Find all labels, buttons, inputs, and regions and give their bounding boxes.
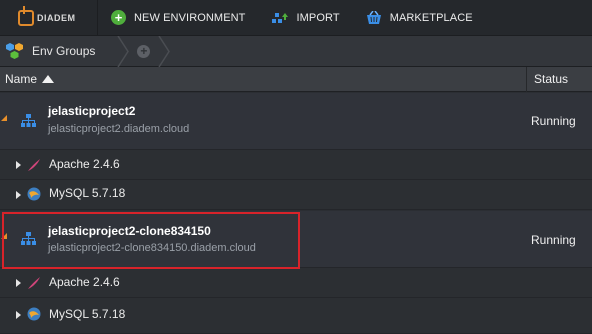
- env-domain[interactable]: jelasticproject2-clone834150.diadem.clou…: [48, 242, 256, 254]
- sort-ascending-icon: [42, 75, 55, 83]
- node-row[interactable]: Apache 2.4.6: [0, 268, 592, 298]
- node-name: MySQL 5.7.18: [49, 186, 126, 200]
- table-header: Name Status: [0, 66, 592, 92]
- env-row[interactable]: jelasticproject2-clone834150 jelasticpro…: [0, 211, 592, 268]
- brand-logo[interactable]: DIADEM: [0, 0, 98, 36]
- apache-feather-icon: [28, 159, 40, 171]
- expand-arrow-icon[interactable]: [16, 161, 21, 169]
- plus-icon: +: [111, 10, 126, 25]
- column-name-label: Name: [5, 72, 38, 86]
- apache-feather-icon: [28, 277, 40, 289]
- new-environment-button[interactable]: + NEW ENVIRONMENT: [98, 0, 259, 36]
- node-row[interactable]: MySQL 5.7.18: [0, 298, 592, 334]
- env-domain[interactable]: jelasticproject2.diadem.cloud: [48, 123, 189, 135]
- top-toolbar: DIADEM + NEW ENVIRONMENT IMPORT MARKETPL…: [0, 0, 592, 36]
- marketplace-button[interactable]: MARKETPLACE: [353, 0, 486, 36]
- breadcrumb: Env Groups +: [0, 35, 592, 67]
- breadcrumb-separator: [117, 35, 130, 67]
- node-row[interactable]: MySQL 5.7.18: [0, 180, 592, 210]
- env-status: Running: [531, 233, 576, 247]
- marketplace-label: MARKETPLACE: [389, 11, 473, 24]
- column-header-status[interactable]: Status: [527, 72, 568, 86]
- env-status: Running: [531, 114, 576, 128]
- import-button[interactable]: IMPORT: [259, 0, 353, 36]
- env-name[interactable]: jelasticproject2-clone834150: [48, 224, 211, 238]
- mysql-icon: [27, 307, 41, 321]
- logo-text: DIADEM: [37, 12, 76, 23]
- expand-arrow-icon[interactable]: [16, 279, 21, 287]
- node-name: Apache 2.4.6: [49, 157, 120, 171]
- node-row[interactable]: Apache 2.4.6: [0, 150, 592, 180]
- environment-topology-icon: [21, 114, 36, 127]
- collapse-arrow-icon[interactable]: [1, 115, 7, 121]
- mysql-icon: [27, 187, 41, 201]
- env-groups-icon: [6, 43, 23, 59]
- node-name: Apache 2.4.6: [49, 275, 120, 289]
- breadcrumb-separator-end: [158, 35, 171, 67]
- import-icon: [271, 12, 288, 23]
- breadcrumb-env-groups[interactable]: Env Groups: [32, 44, 95, 58]
- environment-topology-icon: [21, 232, 36, 245]
- new-environment-label: NEW ENVIRONMENT: [134, 11, 246, 24]
- node-name: MySQL 5.7.18: [49, 307, 126, 321]
- collapse-arrow-icon[interactable]: [1, 233, 7, 239]
- env-row[interactable]: jelasticproject2 jelasticproject2.diadem…: [0, 93, 592, 150]
- add-group-button[interactable]: +: [137, 44, 151, 58]
- basket-icon: [366, 10, 381, 24]
- env-name[interactable]: jelasticproject2: [48, 104, 135, 118]
- import-label: IMPORT: [296, 11, 340, 24]
- column-header-name[interactable]: Name: [0, 66, 527, 92]
- expand-arrow-icon[interactable]: [16, 191, 21, 199]
- logo-icon: [18, 5, 34, 26]
- expand-arrow-icon[interactable]: [16, 311, 21, 319]
